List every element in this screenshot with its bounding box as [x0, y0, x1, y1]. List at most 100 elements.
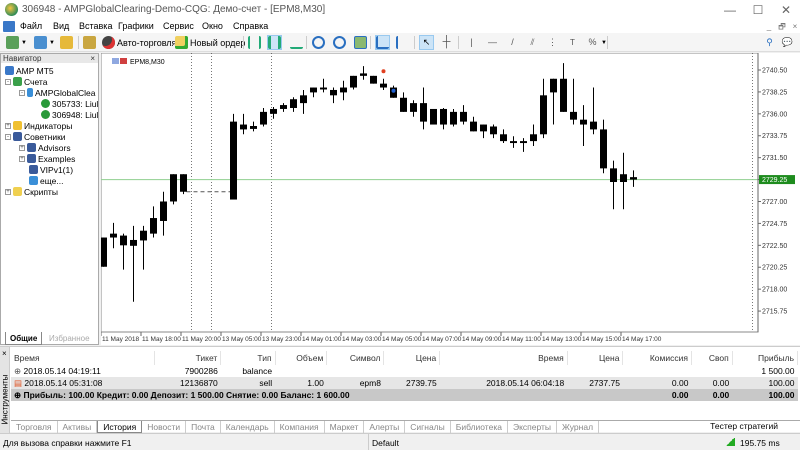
tile-windows-icon[interactable] — [354, 36, 367, 49]
tab-8[interactable]: Алерты — [364, 421, 406, 433]
mdi-restore-button[interactable]: 🗗 — [776, 22, 788, 32]
expand-icon[interactable]: + — [5, 188, 11, 195]
new-order-button[interactable]: Новый ордер — [175, 35, 245, 50]
column-header[interactable]: Комиссия — [622, 351, 692, 365]
column-header[interactable]: Тикет — [154, 351, 222, 365]
text-label-icon[interactable]: T — [566, 36, 579, 49]
collapse-icon[interactable]: - — [5, 78, 11, 85]
mdi-minimize-button[interactable]: _ — [763, 22, 775, 32]
chart-shift-icon[interactable] — [396, 36, 409, 49]
price-tick-label: 2718.00 — [762, 287, 787, 294]
tab-12[interactable]: Журнал — [557, 421, 600, 433]
minimize-button[interactable]: — — [716, 0, 744, 20]
menu-tools[interactable]: Сервис — [160, 20, 197, 33]
metaeditor-icon[interactable] — [83, 36, 96, 49]
table-row[interactable]: ⊕ 2018.05.14 04:19:11 7900286 balance 1 500… — [11, 365, 798, 377]
chart-window[interactable]: EPM8,M30 2740.50 2738.25 2736.00 2733.75 273… — [101, 53, 800, 345]
table-row[interactable]: ▤ 2018.05.14 05:31:08 12136870 sell 1.00 epm… — [11, 377, 798, 389]
menu-file[interactable]: Файл — [17, 20, 45, 33]
search-icon[interactable]: ⚲ — [763, 36, 776, 49]
candlestick-icon[interactable] — [268, 36, 281, 49]
tab-1[interactable]: Активы — [58, 421, 98, 433]
expand-icon[interactable]: + — [5, 122, 11, 129]
column-header[interactable]: Прибыль — [732, 351, 799, 365]
tab-10[interactable]: Библиотека — [451, 421, 508, 433]
nav-item-more[interactable]: еще... — [29, 175, 98, 186]
menu-help[interactable]: Справка — [230, 20, 271, 33]
crosshair-icon[interactable]: ┼ — [440, 36, 453, 49]
shapes-icon[interactable]: % — [586, 36, 599, 49]
column-header[interactable]: Объем — [275, 351, 328, 365]
nav-item-account[interactable]: 305733: Liul — [41, 98, 98, 109]
column-header[interactable]: Тип — [220, 351, 276, 365]
table-cell: 7900286 — [184, 366, 218, 376]
collapse-icon[interactable]: - — [5, 133, 11, 140]
nav-item-examples[interactable]: + Examples — [19, 153, 98, 164]
tab-7[interactable]: Маркет — [325, 421, 365, 433]
nav-item-indicators[interactable]: + Индикаторы — [5, 120, 98, 131]
nav-item-server[interactable]: - AMPGlobalClea — [19, 87, 98, 98]
nav-item-accounts[interactable]: - Счета — [5, 76, 98, 87]
tab-common[interactable]: Общие — [5, 332, 43, 345]
fibo-fan-icon[interactable]: ⋮ — [546, 36, 559, 49]
nav-item-root[interactable]: AMP MT5 — [5, 65, 98, 76]
zoom-out-icon[interactable] — [333, 36, 346, 49]
menu-window[interactable]: Окно — [199, 20, 226, 33]
tab-4[interactable]: Почта — [186, 421, 221, 433]
tab-2[interactable]: История — [97, 421, 143, 433]
line-chart-icon[interactable] — [290, 36, 303, 49]
close-button[interactable]: ✕ — [772, 0, 800, 20]
bar-chart-icon[interactable] — [248, 36, 261, 49]
candle-body — [230, 121, 237, 200]
menu-view[interactable]: Вид — [50, 20, 72, 33]
strategy-tester-tab[interactable]: Тестер стратегий — [710, 421, 778, 431]
nav-item-vipv1[interactable]: VIPv1(1) — [29, 164, 98, 175]
cursor-icon[interactable]: ↖ — [420, 36, 433, 49]
expand-icon[interactable]: + — [19, 144, 25, 151]
menu-insert[interactable]: Вставка — [76, 20, 115, 33]
column-header[interactable]: Время — [439, 351, 568, 365]
market-watch-icon[interactable] — [60, 36, 73, 49]
column-header[interactable]: Время — [11, 351, 155, 365]
profiles-icon[interactable] — [34, 36, 47, 49]
toolbox-close-button[interactable]: × — [2, 349, 7, 358]
nav-item-account[interactable]: 306948: Liul — [41, 109, 98, 120]
nav-item-advisors[interactable]: + Advisors — [19, 142, 98, 153]
nav-item-scripts[interactable]: + Скрипты — [5, 186, 98, 197]
menu-charts[interactable]: Графики — [115, 20, 157, 33]
tab-5[interactable]: Календарь — [221, 421, 275, 433]
autoscroll-icon[interactable] — [376, 36, 389, 49]
table-cell — [567, 365, 623, 377]
trendline-icon[interactable]: / — [506, 36, 519, 49]
tab-11[interactable]: Эксперты — [508, 421, 558, 433]
chat-icon[interactable]: 💬 — [781, 36, 794, 49]
nav-item-experts[interactable]: - Советники — [5, 131, 98, 142]
navigator-close-button[interactable]: × — [90, 54, 95, 63]
tab-favorites[interactable]: Избранное — [45, 332, 94, 345]
new-chart-icon[interactable] — [6, 36, 19, 49]
table-cell: 2737.75 — [567, 377, 623, 389]
tab-6[interactable]: Компания — [275, 421, 325, 433]
tab-0[interactable]: Торговля — [11, 421, 58, 433]
column-header[interactable]: Цена — [383, 351, 441, 365]
column-header[interactable]: Своп — [691, 351, 733, 365]
candle-body — [530, 134, 537, 142]
maximize-button[interactable]: ☐ — [744, 0, 772, 20]
column-header[interactable]: Цена — [567, 351, 624, 365]
collapse-icon[interactable]: - — [19, 89, 25, 96]
tab-9[interactable]: Сигналы — [405, 421, 451, 433]
time-tick-label: 14 May 03:00 — [342, 336, 382, 343]
autotrade-button[interactable]: Авто-торговля — [102, 35, 176, 50]
mdi-close-button[interactable]: × — [789, 22, 800, 32]
candlestick-chart[interactable]: EPM8,M30 2740.50 2738.25 2736.00 2733.75 273… — [101, 53, 800, 345]
table-cell: ▤ 2018.05.14 05:31:08 — [11, 377, 155, 389]
expand-icon[interactable]: + — [19, 155, 25, 162]
column-header[interactable]: Символ — [326, 351, 385, 365]
chart-flag-icon — [120, 58, 127, 64]
time-tick-label: 14 May 15:00 — [582, 336, 622, 343]
fibonacci-icon[interactable]: ⫽ — [526, 36, 539, 49]
horizontal-line-icon[interactable]: — — [486, 36, 499, 49]
zoom-in-icon[interactable] — [312, 36, 325, 49]
tab-3[interactable]: Новости — [142, 421, 187, 433]
vertical-line-icon[interactable]: | — [465, 36, 478, 49]
